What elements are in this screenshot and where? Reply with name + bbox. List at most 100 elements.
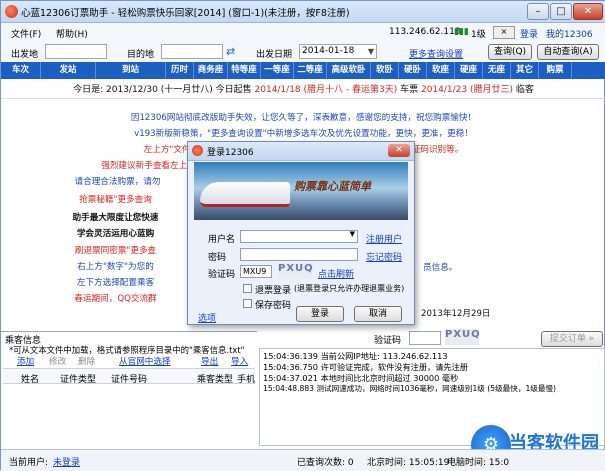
col-header[interactable]: 软卧: [371, 62, 399, 79]
col-header[interactable]: 软座: [427, 62, 455, 79]
dialog-close-button[interactable]: ✕: [388, 144, 410, 157]
app-window: 心蓝12306订票助手 - 轻松购票快乐回家[2014] (窗口-1)(未注册，…: [0, 0, 605, 471]
col-header[interactable]: 其它: [511, 62, 539, 79]
add-passenger-link[interactable]: 添加: [17, 355, 34, 367]
dropdown-icon[interactable]: ▼: [368, 45, 374, 58]
search-bar: 出发地 目的地 ⇄ 出发日期 2014-01-18 ▼ 更多查询设置 查询(Q)…: [1, 42, 605, 62]
dialog-cancel-button[interactable]: 取消: [354, 306, 402, 322]
col-header[interactable]: 购票: [539, 62, 572, 79]
refund-login-checkbox[interactable]: [243, 284, 252, 293]
col-header[interactable]: 车次: [1, 62, 41, 79]
col-header[interactable]: 历时: [166, 62, 194, 79]
col-header[interactable]: 高级软卧: [327, 62, 371, 79]
today-date: 2013/12/30 (十一月廿八): [106, 85, 213, 95]
next-suffix: 临客: [513, 85, 534, 95]
col-header[interactable]: 无座: [483, 62, 511, 79]
col-header[interactable]: 特等座: [228, 62, 261, 79]
col-header[interactable]: 到站: [96, 62, 166, 79]
next-date: 2014/1/23 (腊月廿三): [420, 85, 514, 95]
captcha-image[interactable]: PXUQ: [278, 263, 313, 279]
date-input[interactable]: 2014-01-18 ▼: [299, 44, 377, 59]
sale-date: 2014/1/18 (腊月十八 - 春运第3天): [254, 85, 398, 95]
banner-slogan: 购票靠心蓝简单: [294, 180, 371, 193]
menu-bar: 文件(F) 帮助(H) 113.246.62.113 ▮▮▮ 1级 × 登录 我…: [1, 23, 605, 42]
more-settings-link[interactable]: 更多查询设置: [409, 47, 463, 60]
register-link[interactable]: 注册用户: [366, 232, 402, 245]
app-icon: [5, 5, 18, 18]
query-button[interactable]: 查询(Q): [488, 44, 532, 60]
status-bar: 当前用户: 未登录 已查询次数: 0 北京时间: 15:05:19 电脑时间: …: [1, 449, 605, 471]
query-count: 已查询次数: 0: [297, 458, 354, 468]
password-label: 密码: [208, 253, 227, 263]
select-official-link[interactable]: 从官网中选择: [119, 355, 171, 367]
passenger-table-header: 姓名 证件类型 证件号码 乘客类型 手机: [3, 368, 255, 385]
col-passenger-type[interactable]: 乘客类型: [197, 372, 233, 385]
dialog-title: 登录12306: [207, 148, 254, 158]
right-captcha-label: 验证码: [374, 336, 402, 346]
save-password-checkbox[interactable]: [243, 299, 252, 308]
refund-login-note: (退票登录只允许办理退票业务): [294, 284, 405, 293]
train-table-header: 车次 发站 到站 历时 商务座 特等座 一等座 二等座 高级软卧 软卧 硬卧 软…: [1, 62, 605, 79]
right-captcha-image[interactable]: PXUQ: [445, 329, 480, 345]
menu-file[interactable]: 文件(F): [11, 27, 41, 40]
refresh-captcha-link[interactable]: 点击刷新: [318, 267, 354, 280]
col-header[interactable]: 硬座: [455, 62, 483, 79]
notice-line: v193新版新稳策，"更多查询设置"中新增多选车次及优先设置功能，更快，更准，更…: [134, 129, 473, 139]
dialog-app-icon: [192, 145, 203, 156]
options-link[interactable]: 选项: [198, 311, 216, 324]
login-dialog: 登录12306 ✕ 购票靠心蓝简单 用户名 ▼ 注册用户 密码 忘记密码 验证码…: [187, 141, 415, 325]
clear-icon[interactable]: ×: [493, 26, 515, 39]
delete-passenger-link[interactable]: 删除: [78, 355, 95, 367]
col-id-type[interactable]: 证件类型: [60, 372, 96, 385]
minimize-button[interactable]: –: [527, 3, 549, 20]
password-input[interactable]: [240, 248, 358, 261]
ip-address: 113.246.62.113: [389, 27, 461, 37]
import-link[interactable]: 导入: [231, 355, 248, 367]
captcha-label: 验证码: [208, 270, 236, 280]
my12306-link[interactable]: 我的12306: [546, 27, 593, 40]
title-bar: 心蓝12306订票助手 - 轻松购票快乐回家[2014] (窗口-1)(未注册，…: [1, 1, 605, 23]
menu-help[interactable]: 帮助(H): [56, 27, 88, 40]
from-input[interactable]: [45, 44, 107, 59]
maximize-button[interactable]: □: [550, 3, 572, 20]
edit-passenger-link[interactable]: 修改: [49, 355, 66, 367]
to-input[interactable]: [161, 44, 223, 59]
col-header[interactable]: 硬卧: [399, 62, 427, 79]
swap-icon[interactable]: ⇄: [226, 45, 235, 58]
right-captcha-input[interactable]: [409, 331, 441, 345]
window-title: 心蓝12306订票助手 - 轻松购票快乐回家[2014] (窗口-1)(未注册，…: [21, 8, 350, 19]
current-user-value[interactable]: 未登录: [53, 455, 80, 468]
captcha-input[interactable]: MXU9: [240, 265, 272, 278]
auto-query-button[interactable]: 自动查询(A): [537, 44, 599, 60]
col-phone[interactable]: 手机: [237, 372, 255, 385]
dialog-login-button[interactable]: 登录: [296, 306, 344, 322]
username-dropdown-icon[interactable]: ▼: [350, 230, 355, 238]
forgot-password-link[interactable]: 忘记密码: [366, 250, 402, 263]
train-image-icon: [200, 182, 290, 207]
username-input[interactable]: ▼: [240, 230, 358, 243]
log-line: 15:04:36.139 当前公网IP地址: 113.246.62.113: [263, 351, 448, 361]
submit-order-button[interactable]: 提交订单 »: [541, 331, 603, 347]
level-label: 1级: [471, 30, 486, 40]
col-header[interactable]: 商务座: [194, 62, 228, 79]
today-prefix: 今日是:: [73, 85, 107, 95]
col-header[interactable]: 二等座: [294, 62, 327, 79]
dialog-title-bar: 登录12306 ✕: [188, 142, 414, 161]
export-link[interactable]: 导出: [201, 355, 218, 367]
col-name[interactable]: 姓名: [21, 372, 39, 385]
col-header[interactable]: 发站: [41, 62, 96, 79]
date-value: 2014-01-18: [302, 46, 355, 56]
notice-date: 2013年12月29日: [421, 309, 491, 319]
save-password-label: 保存密码: [255, 301, 292, 311]
to-label: 目的地: [127, 50, 155, 60]
close-button[interactable]: ✕: [573, 3, 603, 20]
col-header[interactable]: 一等座: [261, 62, 294, 79]
col-id-number[interactable]: 证件号码: [111, 372, 147, 385]
dialog-banner: 购票靠心蓝简单: [194, 162, 408, 220]
date-label: 出发日期: [256, 50, 293, 60]
sale-suffix: 车票: [397, 85, 421, 95]
from-label: 出发地: [11, 50, 39, 60]
signal-icon: ▮▮▮: [454, 27, 469, 37]
log-line: 15:04:36.750 许可验证完成，软件没有注册，请先注册: [263, 362, 468, 372]
login-link[interactable]: 登录: [520, 27, 538, 40]
